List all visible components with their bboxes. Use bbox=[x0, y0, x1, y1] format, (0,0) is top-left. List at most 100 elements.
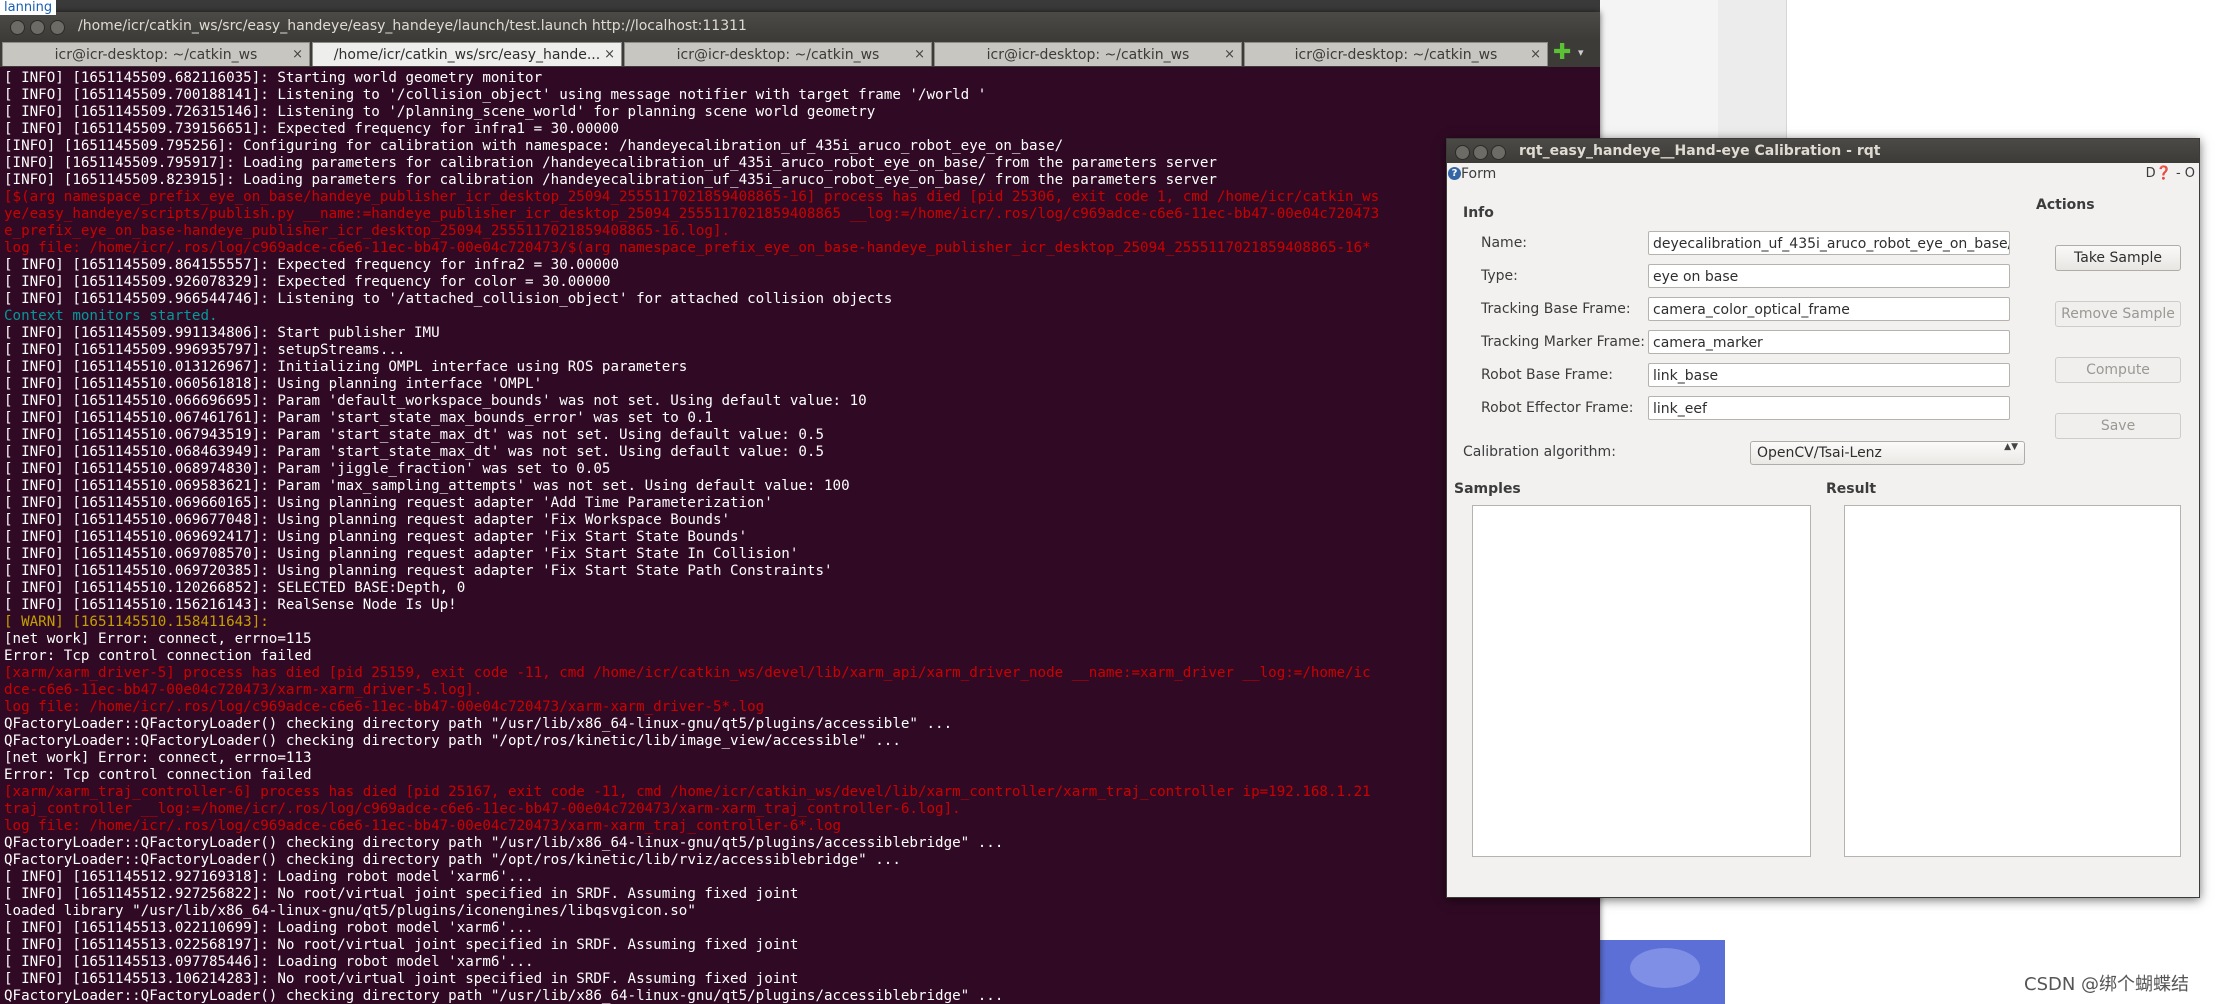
tab-close-icon[interactable]: × bbox=[914, 43, 925, 67]
tab-label: icr@icr-desktop: ~/catkin_ws bbox=[54, 47, 258, 63]
help-icon[interactable]: ? bbox=[1448, 167, 1461, 180]
calibration-algorithm-value: OpenCV/Tsai-Lenz bbox=[1757, 445, 1882, 461]
terminal-tab-1[interactable]: icr@icr-desktop: ~/catkin_ws × bbox=[2, 42, 310, 66]
terminal-line: [INFO] [1651145509.795917]: Loading para… bbox=[4, 155, 1217, 171]
rqt-titlebar[interactable]: rqt_easy_handeye__Hand-eye Calibration -… bbox=[1447, 139, 2199, 163]
minimize-window-icon[interactable] bbox=[30, 20, 45, 35]
tracking-base-frame-label: Tracking Base Frame: bbox=[1481, 301, 1631, 317]
name-field[interactable]: deyecalibration_uf_435i_aruco_robot_eye_… bbox=[1648, 231, 2010, 255]
terminal-line: e_prefix_eye_on_base-handeye_publisher_i… bbox=[4, 223, 731, 239]
samples-section-title: Samples bbox=[1454, 481, 1521, 497]
type-label: Type: bbox=[1481, 268, 1518, 284]
background-window-panel-2 bbox=[1718, 0, 1787, 150]
robot-base-frame-label: Robot Base Frame: bbox=[1481, 367, 1613, 383]
tracking-base-frame-field[interactable]: camera_color_optical_frame bbox=[1648, 297, 2010, 321]
terminal-line: [ INFO] [1651145510.067943519]: Param 's… bbox=[4, 427, 824, 443]
terminal-line: log file: /home/icr/.ros/log/c969adce-c6… bbox=[4, 818, 842, 834]
terminal-line: QFactoryLoader::QFactoryLoader() checkin… bbox=[4, 835, 1004, 851]
remove-sample-button[interactable]: Remove Sample bbox=[2055, 301, 2181, 327]
terminal-line: [net work] Error: connect, errno=115 bbox=[4, 631, 312, 647]
type-field[interactable]: eye on base bbox=[1648, 264, 2010, 288]
terminal-output[interactable]: [ INFO] [1651145509.682116035]: Starting… bbox=[4, 70, 1600, 1004]
rqt-window[interactable]: rqt_easy_handeye__Hand-eye Calibration -… bbox=[1446, 138, 2200, 898]
terminal-tab-bar: icr@icr-desktop: ~/catkin_ws × /home/icr… bbox=[0, 40, 1600, 67]
tab-close-icon[interactable]: × bbox=[1530, 43, 1541, 67]
watermark: CSDN @绑个蝴蝶结 bbox=[2024, 974, 2190, 995]
robot-effector-frame-label: Robot Effector Frame: bbox=[1481, 400, 1634, 416]
terminal-line: [ INFO] [1651145509.726315146]: Listenin… bbox=[4, 104, 876, 120]
minimize-window-icon[interactable] bbox=[1473, 145, 1488, 160]
tab-label: icr@icr-desktop: ~/catkin_ws bbox=[986, 47, 1190, 63]
terminal-line: [ INFO] [1651145512.927169318]: Loading … bbox=[4, 869, 534, 885]
save-button[interactable]: Save bbox=[2055, 413, 2181, 439]
terminal-line: [xarm/xarm_driver-5] process has died [p… bbox=[4, 665, 1371, 681]
terminal-line: [INFO] [1651145509.795256]: Configuring … bbox=[4, 138, 1064, 154]
terminal-line: [ INFO] [1651145510.068463949]: Param 's… bbox=[4, 444, 824, 460]
terminal-line: [ INFO] [1651145513.097785446]: Loading … bbox=[4, 954, 534, 970]
compute-button[interactable]: Compute bbox=[2055, 357, 2181, 383]
terminal-line: [ INFO] [1651145510.068974830]: Param 'j… bbox=[4, 461, 611, 477]
terminal-line: [ INFO] [1651145510.156216143]: RealSens… bbox=[4, 597, 457, 613]
terminal-line: [ INFO] [1651145510.069677048]: Using pl… bbox=[4, 512, 731, 528]
terminal-tab-4[interactable]: icr@icr-desktop: ~/catkin_ws × bbox=[934, 42, 1242, 66]
tab-close-icon[interactable]: × bbox=[604, 43, 615, 67]
select-arrows-icon: ▲▼ bbox=[2004, 442, 2018, 452]
rqt-title: rqt_easy_handeye__Hand-eye Calibration -… bbox=[1519, 143, 1881, 159]
close-window-icon[interactable] bbox=[1455, 145, 1470, 160]
terminal-line: [ INFO] [1651145510.069692417]: Using pl… bbox=[4, 529, 748, 545]
result-section-title: Result bbox=[1826, 481, 1877, 497]
terminal-title: /home/icr/catkin_ws/src/easy_handeye/eas… bbox=[78, 18, 747, 34]
terminal-tab-3[interactable]: icr@icr-desktop: ~/catkin_ws × bbox=[624, 42, 932, 66]
terminal-line: [net work] Error: connect, errno=113 bbox=[4, 750, 312, 766]
terminal-line: QFactoryLoader::QFactoryLoader() checkin… bbox=[4, 852, 901, 868]
tab-label: icr@icr-desktop: ~/catkin_ws bbox=[676, 47, 880, 63]
robot-effector-frame-field[interactable]: link_eef bbox=[1648, 396, 2010, 420]
info-section-title: Info bbox=[1463, 205, 1494, 221]
actions-section-title: Actions bbox=[2036, 197, 2095, 213]
new-tab-plus-icon[interactable]: ✚ bbox=[1553, 42, 1571, 64]
tracking-marker-frame-field[interactable]: camera_marker bbox=[1648, 330, 2010, 354]
terminal-line: [ INFO] [1651145509.991134806]: Start pu… bbox=[4, 325, 440, 341]
terminal-titlebar[interactable]: /home/icr/catkin_ws/src/easy_handeye/eas… bbox=[0, 12, 1600, 40]
terminal-line: [ INFO] [1651145510.013126967]: Initiali… bbox=[4, 359, 688, 375]
terminal-line: [ INFO] [1651145509.700188141]: Listenin… bbox=[4, 87, 987, 103]
plugin-control-icons[interactable]: D❓ - O bbox=[2146, 163, 2195, 185]
tracking-marker-frame-label: Tracking Marker Frame: bbox=[1481, 334, 1645, 350]
terminal-line: [ INFO] [1651145509.739156651]: Expected… bbox=[4, 121, 619, 137]
tab-menu-chevron-down-icon[interactable]: ▾ bbox=[1578, 46, 1584, 59]
terminal-window[interactable]: /home/icr/catkin_ws/src/easy_handeye/eas… bbox=[0, 12, 1600, 1004]
terminal-line: log file: /home/icr/.ros/log/c969adce-c6… bbox=[4, 240, 1371, 256]
terminal-line: [ INFO] [1651145509.966544746]: Listenin… bbox=[4, 291, 893, 307]
maximize-window-icon[interactable] bbox=[1491, 145, 1506, 160]
terminal-line: [ INFO] [1651145509.926078329]: Expected… bbox=[4, 274, 611, 290]
robot-base-frame-field[interactable]: link_base bbox=[1648, 363, 2010, 387]
take-sample-button[interactable]: Take Sample bbox=[2055, 245, 2181, 271]
terminal-line: [ INFO] [1651145510.069720385]: Using pl… bbox=[4, 563, 833, 579]
terminal-line: [ INFO] [1651145509.682116035]: Starting… bbox=[4, 70, 543, 86]
maximize-window-icon[interactable] bbox=[50, 20, 65, 35]
terminal-line: Context monitors started. bbox=[4, 308, 218, 324]
terminal-line: Error: Tcp control connection failed bbox=[4, 767, 312, 783]
terminal-line: QFactoryLoader::QFactoryLoader() checkin… bbox=[4, 988, 1004, 1004]
close-window-icon[interactable] bbox=[10, 20, 25, 35]
result-text-area[interactable] bbox=[1844, 505, 2181, 857]
terminal-line: [ INFO] [1651145510.069660165]: Using pl… bbox=[4, 495, 773, 511]
tab-close-icon[interactable]: × bbox=[1224, 43, 1235, 67]
terminal-line: ye/easy_handeye/scripts/publish.py __nam… bbox=[4, 206, 1380, 222]
terminal-line: [ INFO] [1651145510.120266852]: SELECTED… bbox=[4, 580, 466, 596]
calibration-algorithm-select[interactable]: OpenCV/Tsai-Lenz ▲▼ bbox=[1750, 441, 2025, 465]
tab-close-icon[interactable]: × bbox=[292, 43, 303, 67]
terminal-line: loaded library "/usr/lib/x86_64-linux-gn… bbox=[4, 903, 696, 919]
terminal-line: [ INFO] [1651145513.022110699]: Loading … bbox=[4, 920, 534, 936]
terminal-line: [ INFO] [1651145513.106214283]: No root/… bbox=[4, 971, 799, 987]
terminal-line: QFactoryLoader::QFactoryLoader() checkin… bbox=[4, 716, 953, 732]
name-label: Name: bbox=[1481, 235, 1528, 251]
terminal-tab-2[interactable]: /home/icr/catkin_ws/src/easy_hande... × bbox=[312, 42, 622, 66]
tab-label: icr@icr-desktop: ~/catkin_ws bbox=[1294, 47, 1498, 63]
terminal-line: [xarm/xarm_traj_controller-6] process ha… bbox=[4, 784, 1371, 800]
samples-list[interactable] bbox=[1472, 505, 1811, 857]
terminal-line: [ WARN] [1651145510.158411643]: bbox=[4, 614, 269, 630]
terminal-tab-5[interactable]: icr@icr-desktop: ~/catkin_ws × bbox=[1244, 42, 1548, 66]
terminal-line: [ INFO] [1651145510.069583621]: Param 'm… bbox=[4, 478, 850, 494]
background-image-thumbnail bbox=[1600, 940, 1725, 1004]
